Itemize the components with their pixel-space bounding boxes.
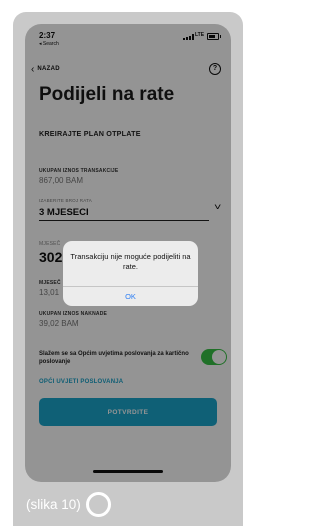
phone-frame: 2:37 ◂ Search LTE ‹ NAZAD ? Podijeli na … (13, 12, 243, 526)
phone-screen: 2:37 ◂ Search LTE ‹ NAZAD ? Podijeli na … (25, 24, 231, 482)
network-label: LTE (195, 32, 205, 38)
alert-message: Transakciju nije moguće podijeliti na ra… (70, 252, 191, 271)
chevron-down-icon[interactable]: ˅ (214, 202, 221, 212)
home-indicator (93, 470, 163, 473)
transaction-amount-value: 867,00 BAM (39, 176, 84, 185)
installments-label: IZABERITE BROJ RATA (39, 198, 92, 203)
monthly-value: 302 (39, 249, 63, 265)
terms-text: Slažem se sa Općim uvjetima poslovanja z… (39, 351, 189, 365)
monthly-value-2: 13,01 (39, 288, 60, 297)
page-title: Podijeli na rate (39, 84, 175, 105)
back-button[interactable]: ‹ NAZAD (31, 62, 60, 76)
confirm-button[interactable]: POTVRDITE (39, 398, 217, 426)
transaction-amount-label: UKUPAN IZNOS TRANSAKCIJE (39, 168, 119, 174)
status-bar: 2:37 ◂ Search LTE (25, 24, 231, 52)
circle-icon (85, 492, 111, 517)
alert-dialog: Transakciju nije moguće podijeliti na ra… (63, 241, 198, 306)
battery-icon (207, 33, 221, 40)
alert-ok-button[interactable]: OK (63, 287, 198, 306)
fee-label: UKUPAN IZNOS NAKNADE (39, 311, 108, 317)
toggle-knob (212, 350, 226, 364)
installments-value: 3 MJESECI (39, 207, 89, 218)
back-label: NAZAD (37, 66, 60, 72)
navigation-bar: ‹ NAZAD ? (31, 62, 225, 76)
back-to-search[interactable]: ◂ Search (39, 41, 59, 47)
status-time: 2:37 (39, 31, 56, 40)
help-icon[interactable]: ? (209, 63, 221, 75)
chevron-left-icon: ‹ (31, 63, 35, 75)
caption: (slika 10) (26, 492, 111, 517)
caption-text: (slika 10) (26, 497, 81, 512)
installments-select[interactable]: 3 MJESECI (39, 207, 209, 221)
monthly-label: MJESEČ (39, 241, 61, 247)
fee-value: 39,02 BAM (39, 319, 79, 328)
terms-toggle[interactable] (201, 349, 227, 365)
section-heading: KREIRAJTE PLAN OTPLATE (39, 129, 141, 138)
terms-link[interactable]: OPĆI UVJETI POSLOVANJA (39, 379, 123, 385)
monthly-label-2: MJESEČ (39, 280, 61, 286)
